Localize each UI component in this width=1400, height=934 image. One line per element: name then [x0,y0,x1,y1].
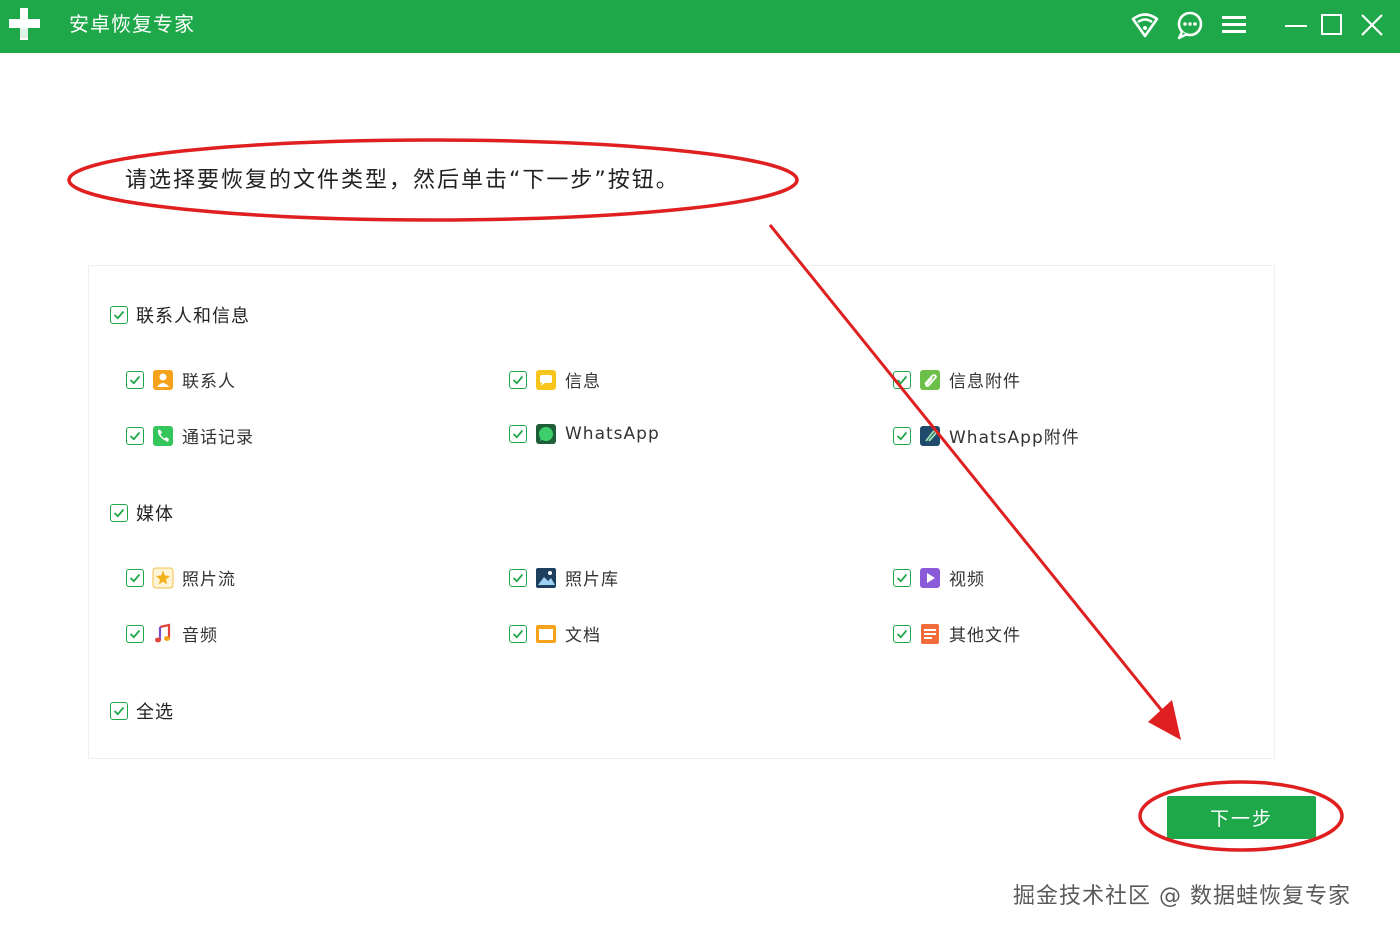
item-label: 其他文件 [949,626,1021,646]
group-label: 媒体 [136,504,174,525]
item-label: 文档 [565,626,601,646]
item-label: 信息附件 [949,372,1021,392]
select-all-label: 全选 [136,702,174,723]
photo-stream-icon [152,567,174,588]
item-audio[interactable]: 音频 [126,621,218,646]
checkbox[interactable] [509,624,527,643]
group-media[interactable]: 媒体 [110,500,174,526]
item-whatsapp[interactable]: WhatsApp [509,423,660,445]
checkbox[interactable] [126,568,144,587]
item-label: 音频 [182,626,218,646]
checkbox[interactable] [893,624,911,643]
item-contacts[interactable]: 联系人 [126,367,236,392]
watermark-text: 掘金技术社区 @ 数据蛙恢复专家 [1013,884,1351,909]
checkbox[interactable] [110,504,128,522]
checkbox[interactable] [126,624,144,643]
item-label: 照片流 [182,570,236,590]
audio-icon [155,623,171,642]
whatsapp-attachment-icon [920,425,940,446]
menu-icon[interactable] [1219,10,1249,40]
checkbox[interactable] [110,306,128,324]
checkbox[interactable] [110,702,128,720]
item-whatsapp-attachments[interactable]: WhatsApp附件 [893,423,1080,448]
checkbox[interactable] [893,370,911,389]
instruction-text: 请选择要恢复的文件类型，然后单击“下一步”按钮。 [125,168,680,193]
item-label: 通话记录 [182,428,254,448]
item-label: 照片库 [565,570,619,590]
item-other-files[interactable]: 其他文件 [893,621,1021,646]
item-label: 联系人 [182,372,236,392]
close-icon[interactable] [1357,10,1387,40]
next-button[interactable]: 下一步 [1167,796,1316,839]
app-logo-icon [9,8,40,40]
other-file-icon [921,623,939,644]
message-icon [536,369,556,390]
select-all[interactable]: 全选 [110,698,174,724]
checkbox[interactable] [893,568,911,587]
item-label: WhatsApp附件 [949,428,1080,448]
item-label: 信息 [565,372,601,392]
item-label: 视频 [949,570,985,590]
app-title: 安卓恢复专家 [69,12,195,36]
checkbox[interactable] [126,426,144,445]
title-bar: 安卓恢复专家 [0,0,1400,53]
item-call-log[interactable]: 通话记录 [126,423,254,448]
photo-library-icon [536,567,556,588]
checkbox[interactable] [509,425,527,443]
checkbox[interactable] [126,370,144,389]
whatsapp-icon [536,424,556,444]
video-icon [920,567,940,588]
maximize-icon[interactable] [1317,10,1347,40]
checkbox[interactable] [893,426,911,445]
wifi-icon[interactable] [1130,10,1160,40]
phone-icon [153,425,173,446]
chat-icon[interactable] [1175,10,1205,40]
contacts-icon [153,369,173,390]
message-attachment-icon [920,369,940,390]
minimize-icon[interactable] [1281,10,1311,40]
item-label: WhatsApp [565,424,660,444]
item-photo-library[interactable]: 照片库 [509,565,619,590]
item-message-attachments[interactable]: 信息附件 [893,367,1021,392]
item-messages[interactable]: 信息 [509,367,601,392]
file-type-panel [88,265,1275,759]
group-label: 联系人和信息 [136,306,250,327]
checkbox[interactable] [509,568,527,587]
item-photo-stream[interactable]: 照片流 [126,565,236,590]
item-video[interactable]: 视频 [893,565,985,590]
checkbox[interactable] [509,370,527,389]
item-documents[interactable]: 文档 [509,621,601,646]
group-contacts-messages[interactable]: 联系人和信息 [110,302,250,328]
document-icon [536,624,556,643]
